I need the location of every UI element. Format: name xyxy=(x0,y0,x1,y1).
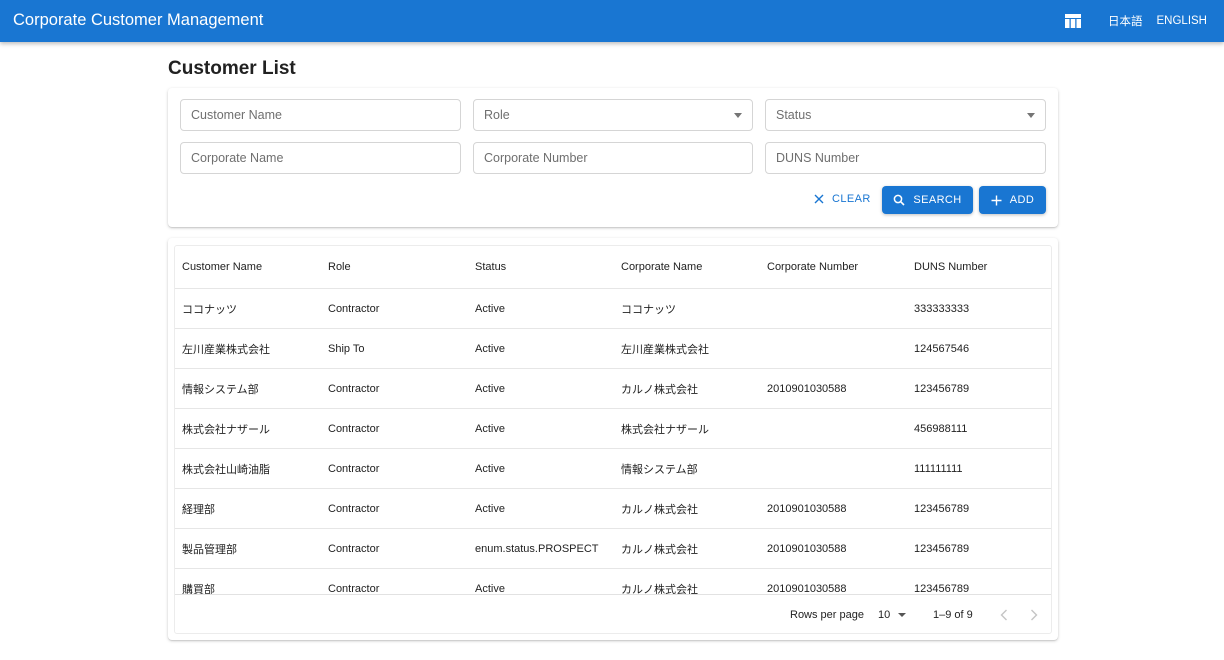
cell-duns-number: 124567546 xyxy=(914,342,970,355)
clear-button[interactable]: CLEAR xyxy=(814,186,871,212)
page-range: 1–9 of 9 xyxy=(933,609,973,621)
cell-status: enum.status.PROSPECT xyxy=(475,542,599,555)
table-row[interactable]: 株式会社山崎油脂 Contractor Active 情報システム部 11111… xyxy=(175,449,1051,489)
rows-per-page-select[interactable]: 10 xyxy=(878,609,907,621)
chevron-right-icon xyxy=(1031,609,1038,621)
table-header-row: Customer Name Role Status Corporate Name… xyxy=(175,246,1051,289)
app-title: Corporate Customer Management xyxy=(13,11,264,29)
app-bar-actions: 日本語 ENGLISH xyxy=(1064,0,1207,42)
filter-panel: Customer Name Role Status Corporate Name… xyxy=(168,88,1058,227)
table-row[interactable]: 左川産業株式会社 Ship To Active 左川産業株式会社 1245675… xyxy=(175,329,1051,369)
cell-corporate-number: 2010901030588 xyxy=(767,382,847,395)
add-button-label: ADD xyxy=(1009,194,1035,206)
cell-corporate-number: 2010901030588 xyxy=(767,582,847,595)
customer-table-card: Customer Name Role Status Corporate Name… xyxy=(168,238,1058,640)
cell-role: Contractor xyxy=(328,502,380,515)
cell-status: Active xyxy=(475,422,505,435)
cell-status: Active xyxy=(475,342,505,355)
table-row[interactable]: 製品管理部 Contractor enum.status.PROSPECT カル… xyxy=(175,529,1051,569)
customer-name-field[interactable]: Customer Name xyxy=(180,99,461,131)
clear-button-label: CLEAR xyxy=(832,193,871,205)
table-row[interactable]: 経理部 Contractor Active カルノ株式会社 2010901030… xyxy=(175,489,1051,529)
cell-customer-name: ココナッツ xyxy=(182,303,237,316)
language-english-button[interactable]: ENGLISH xyxy=(1157,15,1208,27)
plus-icon xyxy=(991,195,1002,205)
column-header-status[interactable]: Status xyxy=(475,246,506,288)
cell-status: Active xyxy=(475,382,505,395)
cell-status: Active xyxy=(475,462,505,475)
rows-per-page-label: Rows per page xyxy=(790,609,864,621)
role-select-label: Role xyxy=(484,108,510,122)
column-header-corporate-name[interactable]: Corporate Name xyxy=(621,246,702,288)
rows-per-page-value: 10 xyxy=(878,609,891,621)
corporate-name-field[interactable]: Corporate Name xyxy=(180,142,461,174)
chevron-left-icon xyxy=(1000,609,1007,621)
status-select-label: Status xyxy=(776,108,812,122)
close-icon xyxy=(814,194,824,204)
cell-role: Contractor xyxy=(328,462,380,475)
duns-number-field[interactable]: DUNS Number xyxy=(765,142,1046,174)
corporate-number-field[interactable]: Corporate Number xyxy=(473,142,753,174)
role-select[interactable]: Role xyxy=(473,99,753,131)
table-row[interactable]: ココナッツ Contractor Active ココナッツ 333333333 xyxy=(175,289,1051,329)
cell-corporate-name: カルノ株式会社 xyxy=(621,543,698,556)
cell-duns-number: 123456789 xyxy=(914,502,970,515)
language-japanese-button[interactable]: 日本語 xyxy=(1108,13,1143,29)
cell-role: Contractor xyxy=(328,382,380,395)
search-icon xyxy=(894,194,905,206)
cell-customer-name: 株式会社ナザール xyxy=(182,423,270,436)
column-header-role[interactable]: Role xyxy=(328,246,351,288)
cell-corporate-name: 左川産業株式会社 xyxy=(621,343,709,356)
cell-customer-name: 情報システム部 xyxy=(182,383,259,396)
cell-corporate-name: カルノ株式会社 xyxy=(621,383,698,396)
cell-corporate-name: 情報システム部 xyxy=(621,463,698,476)
cell-corporate-name: カルノ株式会社 xyxy=(621,583,698,595)
table-row[interactable]: 株式会社ナザール Contractor Active 株式会社ナザール 4569… xyxy=(175,409,1051,449)
column-header-duns-number[interactable]: DUNS Number xyxy=(914,246,987,288)
cell-role: Contractor xyxy=(328,542,380,555)
app-bar: Corporate Customer Management 日本語 ENGLIS… xyxy=(0,0,1224,42)
table-row[interactable]: 情報システム部 Contractor Active カルノ株式会社 201090… xyxy=(175,369,1051,409)
cell-duns-number: 123456789 xyxy=(914,382,970,395)
search-button[interactable]: SEARCH xyxy=(882,186,973,214)
table-view-icon[interactable] xyxy=(1064,12,1082,30)
cell-duns-number: 123456789 xyxy=(914,542,970,555)
cell-role: Contractor xyxy=(328,302,380,315)
column-header-customer-name[interactable]: Customer Name xyxy=(182,246,262,288)
chevron-down-icon xyxy=(1027,113,1035,118)
cell-role: Ship To xyxy=(328,342,365,355)
search-button-label: SEARCH xyxy=(913,194,962,206)
cell-customer-name: 経理部 xyxy=(182,503,215,516)
table-row[interactable]: 購買部 Contractor Active カルノ株式会社 2010901030… xyxy=(175,569,1051,595)
cell-role: Contractor xyxy=(328,582,380,595)
cell-corporate-name: 株式会社ナザール xyxy=(621,423,709,436)
cell-corporate-number: 2010901030588 xyxy=(767,542,847,555)
column-header-corporate-number[interactable]: Corporate Number xyxy=(767,246,858,288)
cell-customer-name: 株式会社山崎油脂 xyxy=(182,463,270,476)
cell-status: Active xyxy=(475,582,505,595)
cell-duns-number: 123456789 xyxy=(914,582,970,595)
table-scroll-area[interactable]: Customer Name Role Status Corporate Name… xyxy=(175,246,1051,594)
chevron-down-icon xyxy=(898,613,907,617)
cell-corporate-number: 2010901030588 xyxy=(767,502,847,515)
page-title: Customer List xyxy=(168,58,296,79)
table-pagination: Rows per page 10 1–9 of 9 xyxy=(175,594,1051,633)
cell-duns-number: 111111111 xyxy=(914,462,963,475)
customer-table: Customer Name Role Status Corporate Name… xyxy=(174,245,1052,634)
cell-corporate-name: ココナッツ xyxy=(621,303,676,316)
cell-customer-name: 左川産業株式会社 xyxy=(182,343,270,356)
cell-corporate-name: カルノ株式会社 xyxy=(621,503,698,516)
cell-duns-number: 456988111 xyxy=(914,422,968,435)
status-select[interactable]: Status xyxy=(765,99,1046,131)
next-page-button[interactable] xyxy=(1024,605,1044,625)
cell-status: Active xyxy=(475,302,505,315)
chevron-down-icon xyxy=(734,113,742,118)
previous-page-button[interactable] xyxy=(994,605,1014,625)
cell-duns-number: 333333333 xyxy=(914,302,970,315)
cell-customer-name: 製品管理部 xyxy=(182,543,237,556)
cell-role: Contractor xyxy=(328,422,380,435)
cell-customer-name: 購買部 xyxy=(182,583,215,595)
add-button[interactable]: ADD xyxy=(979,186,1046,214)
cell-status: Active xyxy=(475,502,505,515)
